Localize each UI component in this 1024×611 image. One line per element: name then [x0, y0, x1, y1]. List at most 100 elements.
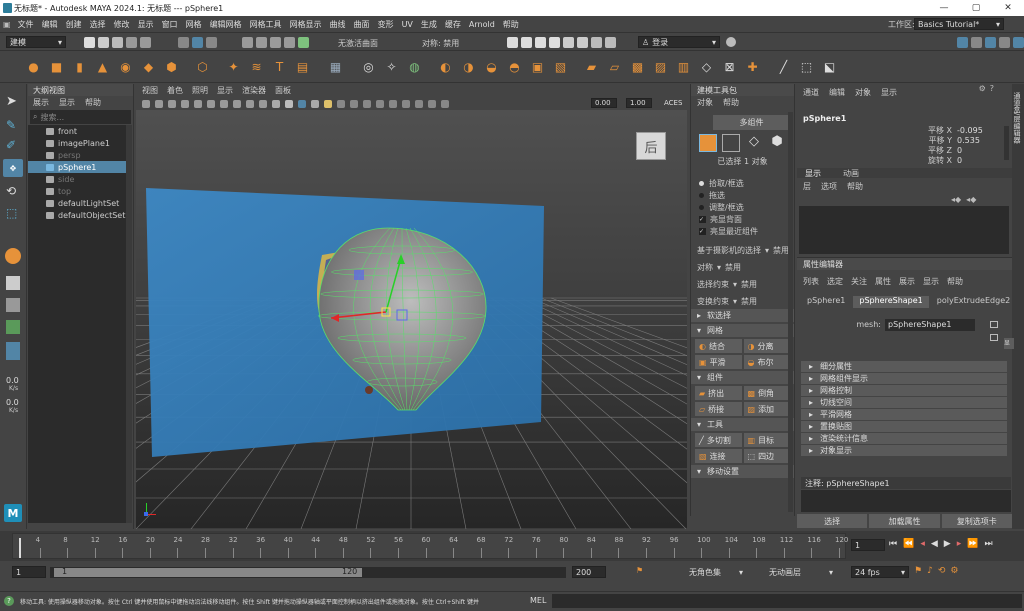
cylinder-shelf-icon[interactable]: ▮	[72, 60, 87, 75]
outliner-menu-display[interactable]: 显示	[59, 97, 75, 108]
menu-create[interactable]: 创建	[62, 19, 86, 30]
play-backward-icon[interactable]: ◀	[931, 539, 938, 549]
ae-notes-field[interactable]	[801, 490, 1011, 512]
poke-shelf-icon[interactable]: ✚	[745, 60, 760, 75]
ae-menu-selected[interactable]: 选定	[827, 276, 843, 287]
stop-icon[interactable]	[604, 37, 616, 48]
super-shape-shelf-icon[interactable]: ✦	[226, 60, 241, 75]
ae-section-row[interactable]: ▸ 对象显示	[801, 445, 1007, 456]
cb-attr-value[interactable]: 0	[957, 146, 962, 155]
svg-shelf-icon[interactable]: ▤	[295, 60, 310, 75]
go-to-end-icon[interactable]: ⏭	[984, 539, 992, 549]
ae-copy-tab-button[interactable]: 复制选项卡	[941, 514, 1012, 528]
symmetry-row[interactable]: 对称 ▾ 禁用	[697, 261, 794, 273]
color-management-label[interactable]: ACES	[664, 99, 682, 107]
cut-shelf-icon[interactable]: ╱	[776, 60, 791, 75]
snap-surface-icon[interactable]	[297, 37, 309, 48]
menu-set-dropdown[interactable]: 建模 ▾	[6, 36, 66, 48]
separate-button[interactable]: ◑ 分离	[743, 339, 790, 353]
mtk-scrollbar[interactable]	[788, 112, 793, 512]
ao-icon[interactable]	[349, 99, 358, 108]
view-cube[interactable]: 后	[636, 132, 666, 160]
cb-menu-show[interactable]: 显示	[881, 87, 897, 98]
menu-cache[interactable]: 缓存	[441, 19, 465, 30]
cb-menu-channels[interactable]: 通道	[803, 87, 819, 98]
ae-presets-icon[interactable]	[990, 334, 998, 341]
cone-shelf-icon[interactable]: ▲	[95, 60, 110, 75]
ae-section-row[interactable]: ▸ 细分属性	[801, 361, 1007, 372]
bridge-button[interactable]: ▱ 桥接	[695, 402, 742, 416]
live-surface-label[interactable]: 无激活曲面	[338, 38, 378, 49]
minimize-button[interactable]: —	[928, 0, 960, 16]
new-scene-icon[interactable]	[83, 37, 95, 48]
move-tool-icon[interactable]: ✥	[3, 159, 23, 177]
attribute-editor-toggle-icon[interactable]	[984, 37, 996, 48]
ipr-render-icon[interactable]	[520, 37, 532, 48]
paint-select-icon[interactable]: ✐	[6, 138, 16, 152]
outliner-item[interactable]: pSphere1	[28, 161, 126, 173]
step-back-frame-icon[interactable]: ⏪	[903, 539, 914, 549]
save-scene-icon[interactable]	[111, 37, 123, 48]
extrude-face-shelf-icon[interactable]: ▰	[584, 60, 599, 75]
smooth-shade-icon[interactable]	[284, 99, 293, 108]
ae-menu-display[interactable]: 显示	[923, 276, 939, 287]
menu-edit-mesh[interactable]: 编辑网格	[206, 19, 246, 30]
cb-attr-row[interactable]: 平移 X -0.095	[797, 125, 1012, 135]
boolean-shelf-icon[interactable]: ◓	[507, 60, 522, 75]
layout-four-icon[interactable]	[6, 298, 20, 312]
select-object-icon[interactable]	[191, 37, 203, 48]
render-frame-icon[interactable]	[506, 37, 518, 48]
bridge-shelf-icon[interactable]: ▱	[607, 60, 622, 75]
command-line-input[interactable]	[552, 594, 1022, 608]
outliner-item[interactable]: imagePlane1	[28, 137, 126, 149]
scale-tool-icon[interactable]: ⬚	[6, 206, 17, 220]
character-key-icon[interactable]: ⚑	[636, 566, 643, 575]
mesh-section[interactable]: ▾ 网格	[691, 324, 794, 337]
combine-button[interactable]: ◐ 结合	[695, 339, 742, 353]
multi-component-button[interactable]: 多组件	[713, 115, 790, 130]
shadows-icon[interactable]	[336, 99, 345, 108]
symmetry-label[interactable]: 对称: 禁用	[422, 38, 459, 49]
bevel-shelf-icon[interactable]: ◎	[361, 60, 376, 75]
viewport[interactable]: 后	[136, 110, 687, 529]
mel-label[interactable]: MEL	[530, 596, 546, 605]
fill-hole-shelf-icon[interactable]: ▥	[676, 60, 691, 75]
layer-menu-layers[interactable]: 层	[803, 181, 811, 192]
cb-menu-object[interactable]: 对象	[855, 87, 871, 98]
bevel-button[interactable]: ▩ 倒角	[743, 386, 790, 400]
menu-generate[interactable]: 生成	[417, 19, 441, 30]
option-tweak-marquee[interactable]: 调整/框选	[699, 201, 794, 213]
wire-on-shaded-icon[interactable]	[297, 99, 306, 108]
ae-section-row[interactable]: ▸ 置换贴图	[801, 421, 1007, 432]
loop-icon[interactable]: ⟲	[938, 566, 946, 576]
sphere-shelf-icon[interactable]: ●	[26, 60, 41, 75]
ae-mesh-field[interactable]: pSphereShape1	[885, 318, 975, 331]
gamma-field[interactable]: 1.00	[626, 98, 652, 108]
components-section[interactable]: ▾ 组件	[691, 371, 794, 384]
render-settings-icon[interactable]	[534, 37, 546, 48]
vp-menu-show[interactable]: 显示	[217, 85, 233, 96]
torus-shelf-icon[interactable]: ◉	[118, 60, 133, 75]
move-manip-plane[interactable]	[354, 270, 364, 280]
play-forward-icon[interactable]: ▶	[944, 539, 951, 549]
outliner-item[interactable]: defaultObjectSet	[28, 209, 126, 221]
grid-shelf-icon[interactable]: ▦	[328, 60, 343, 75]
vertex-mode-icon[interactable]	[722, 134, 740, 152]
film-gate-icon[interactable]	[206, 99, 215, 108]
merge-shelf-icon[interactable]: ▨	[653, 60, 668, 75]
new-layer-selected-icon[interactable]: ◂◆	[966, 195, 976, 204]
ae-section-row[interactable]: ▸ 渲染统计信息	[801, 433, 1007, 444]
current-frame-field[interactable]: 1	[851, 539, 885, 551]
ae-section-row[interactable]: ▸ 网格组件显示	[801, 373, 1007, 384]
camera-based-selection[interactable]: 基于摄影机的选择 ▾ 禁用	[697, 244, 794, 256]
grid-toggle-icon[interactable]	[193, 99, 202, 108]
cb-attr-value[interactable]: -0.095	[957, 126, 983, 135]
boolean-button[interactable]: ◒ 布尔	[743, 355, 790, 369]
help-icon[interactable]: ?	[990, 84, 994, 93]
bevel-edge-shelf-icon[interactable]: ▩	[630, 60, 645, 75]
retopo-shelf-icon[interactable]: ▧	[553, 60, 568, 75]
ae-menu-attributes[interactable]: 属性	[875, 276, 891, 287]
menu-display[interactable]: 显示	[134, 19, 158, 30]
cb-scrollbar[interactable]	[1004, 126, 1009, 160]
tools-section[interactable]: ▾ 工具	[691, 418, 794, 431]
